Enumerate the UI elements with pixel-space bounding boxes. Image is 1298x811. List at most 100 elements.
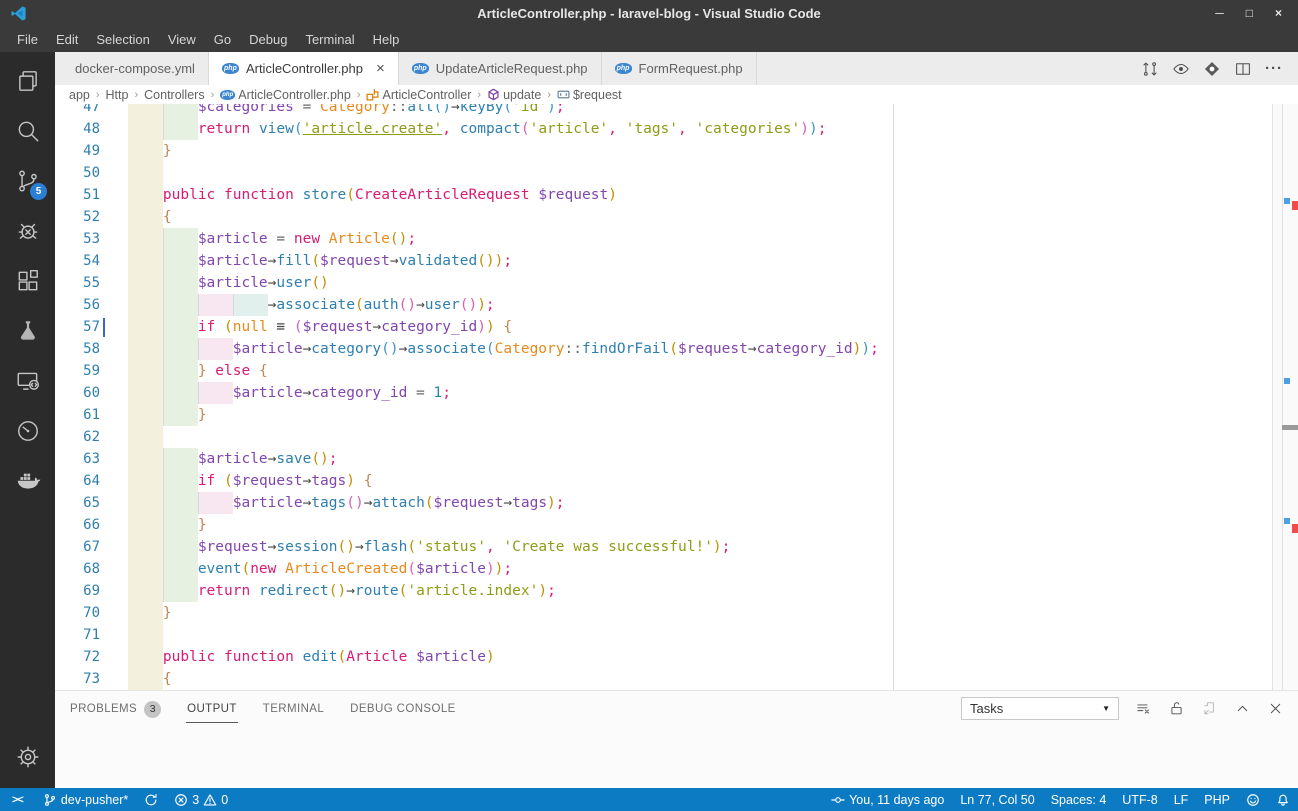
code-line-57[interactable]: 57if (null ≡ ($request→category_id)) { (55, 316, 1268, 338)
breadcrumb-$request[interactable]: $request (557, 88, 622, 102)
code-line-59[interactable]: 59} else { (55, 360, 1268, 382)
code-line-58[interactable]: 58$article→category()→associate(Category… (55, 338, 1268, 360)
line-number[interactable]: 70 (55, 602, 100, 624)
code-line-55[interactable]: 55$article→user() (55, 272, 1268, 294)
panel-action-unlock-icon[interactable] (1167, 700, 1185, 718)
gitlens-blame-status[interactable]: You, 11 days ago (823, 788, 952, 811)
activity-extensions-icon[interactable] (0, 256, 55, 306)
problems-status[interactable]: 30 (166, 788, 236, 811)
breadcrumb-ArticleController.php[interactable]: phpArticleController.php (220, 88, 351, 102)
tab-ArticleController.php[interactable]: phpArticleController.php× (209, 52, 399, 85)
panel-action-clear-output-icon[interactable] (1134, 700, 1152, 718)
line-number[interactable]: 53 (55, 228, 100, 250)
remote-window-button[interactable]: >< (0, 788, 35, 811)
panel-tab-debug-console[interactable]: DEBUG CONSOLE (349, 694, 457, 723)
code-line-73[interactable]: 73{ (55, 668, 1268, 690)
close-button[interactable]: × (1275, 6, 1282, 20)
panel-tab-terminal[interactable]: TERMINAL (262, 694, 325, 723)
line-number[interactable]: 48 (55, 118, 100, 140)
line-number[interactable]: 58 (55, 338, 100, 360)
git-branch-status[interactable]: dev-pusher* (35, 788, 136, 811)
minimize-button[interactable]: ─ (1215, 6, 1224, 20)
sync-status[interactable] (136, 788, 166, 811)
menu-item-edit[interactable]: Edit (47, 29, 87, 50)
tab-close-icon[interactable]: × (376, 61, 385, 76)
breadcrumb-Controllers[interactable]: Controllers (144, 88, 204, 102)
breadcrumb-update[interactable]: update (487, 88, 541, 102)
activity-debug-icon[interactable] (0, 206, 55, 256)
line-number[interactable]: 73 (55, 668, 100, 690)
code-line-48[interactable]: 48return view('article.create', compact(… (55, 118, 1268, 140)
line-number[interactable]: 68 (55, 558, 100, 580)
code-line-60[interactable]: 60$article→category_id = 1; (55, 382, 1268, 404)
tab-UpdateArticleRequest.php[interactable]: phpUpdateArticleRequest.php (399, 52, 602, 85)
line-number[interactable]: 57 (55, 316, 100, 338)
line-number[interactable]: 61 (55, 404, 100, 426)
code-line-61[interactable]: 61} (55, 404, 1268, 426)
activity-search-icon[interactable] (0, 106, 55, 156)
code-line-53[interactable]: 53$article = new Article(); (55, 228, 1268, 250)
breadcrumb-Http[interactable]: Http (106, 88, 129, 102)
notifications-bell[interactable] (1268, 788, 1298, 811)
code-line-67[interactable]: 67$request→session()→flash('status', 'Cr… (55, 536, 1268, 558)
editor-action-more-actions-icon[interactable]: ··· (1264, 59, 1284, 79)
indentation[interactable]: Spaces: 4 (1043, 788, 1115, 811)
cursor-position[interactable]: Ln 77, Col 50 (952, 788, 1042, 811)
code-line-62[interactable]: 62 (55, 426, 1268, 448)
line-number[interactable]: 71 (55, 624, 100, 646)
line-number[interactable]: 63 (55, 448, 100, 470)
activity-test-flask-icon[interactable] (0, 306, 55, 356)
code-editor[interactable]: 47$categories = Category::all()→keyBy('i… (55, 104, 1298, 690)
line-number[interactable]: 65 (55, 492, 100, 514)
panel-action-close-panel-icon[interactable] (1266, 700, 1284, 718)
line-number[interactable]: 66 (55, 514, 100, 536)
maximize-button[interactable]: □ (1246, 6, 1253, 20)
menu-item-debug[interactable]: Debug (240, 29, 296, 50)
line-number[interactable]: 64 (55, 470, 100, 492)
breadcrumb-app[interactable]: app (69, 88, 90, 102)
line-number[interactable]: 49 (55, 140, 100, 162)
code-line-49[interactable]: 49} (55, 140, 1268, 162)
menu-item-selection[interactable]: Selection (87, 29, 158, 50)
code-line-72[interactable]: 72public function edit(Article $article) (55, 646, 1268, 668)
code-line-54[interactable]: 54$article→fill($request→validated()); (55, 250, 1268, 272)
menu-item-go[interactable]: Go (205, 29, 240, 50)
activity-remote-explorer-icon[interactable] (0, 356, 55, 406)
menu-item-terminal[interactable]: Terminal (296, 29, 363, 50)
code-line-52[interactable]: 52{ (55, 206, 1268, 228)
line-number[interactable]: 54 (55, 250, 100, 272)
line-number[interactable]: 62 (55, 426, 100, 448)
code-line-71[interactable]: 71 (55, 624, 1268, 646)
activity-source-control-icon[interactable]: 5 (0, 156, 55, 206)
feedback-smiley[interactable] (1238, 788, 1268, 811)
panel-output-body[interactable] (55, 726, 1298, 788)
line-number[interactable]: 72 (55, 646, 100, 668)
code-line-64[interactable]: 64if ($request→tags) { (55, 470, 1268, 492)
editor-action-gitlens-diff-icon[interactable] (1202, 59, 1222, 79)
line-number[interactable]: 56 (55, 294, 100, 316)
activity-docker-icon[interactable] (0, 456, 55, 506)
code-line-51[interactable]: 51public function store(CreateArticleReq… (55, 184, 1268, 206)
overview-ruler-scrollbar[interactable] (1272, 104, 1298, 690)
code-line-50[interactable]: 50 (55, 162, 1268, 184)
line-number[interactable]: 59 (55, 360, 100, 382)
code-line-66[interactable]: 66} (55, 514, 1268, 536)
code-line-63[interactable]: 63$article→save(); (55, 448, 1268, 470)
code-line-68[interactable]: 68event(new ArticleCreated($article)); (55, 558, 1268, 580)
line-number[interactable]: 47 (55, 104, 100, 118)
editor-action-gitlens-blame-eye-icon[interactable] (1171, 59, 1191, 79)
tab-docker-compose.yml[interactable]: docker-compose.yml (55, 52, 209, 85)
editor-action-gitlens-compare-icon[interactable] (1140, 59, 1160, 79)
tasks-select[interactable]: Tasks ▼ (961, 697, 1119, 720)
code-line-70[interactable]: 70} (55, 602, 1268, 624)
activity-explorer-icon[interactable] (0, 56, 55, 106)
menu-item-view[interactable]: View (159, 29, 205, 50)
tab-FormRequest.php[interactable]: phpFormRequest.php (602, 52, 757, 85)
code-line-65[interactable]: 65$article→tags()→attach($request→tags); (55, 492, 1268, 514)
code-line-56[interactable]: 56→associate(auth()→user()); (55, 294, 1268, 316)
eol[interactable]: LF (1166, 788, 1197, 811)
encoding[interactable]: UTF-8 (1114, 788, 1165, 811)
line-number[interactable]: 52 (55, 206, 100, 228)
line-number[interactable]: 69 (55, 580, 100, 602)
panel-action-maximize-panel-icon[interactable] (1233, 700, 1251, 718)
